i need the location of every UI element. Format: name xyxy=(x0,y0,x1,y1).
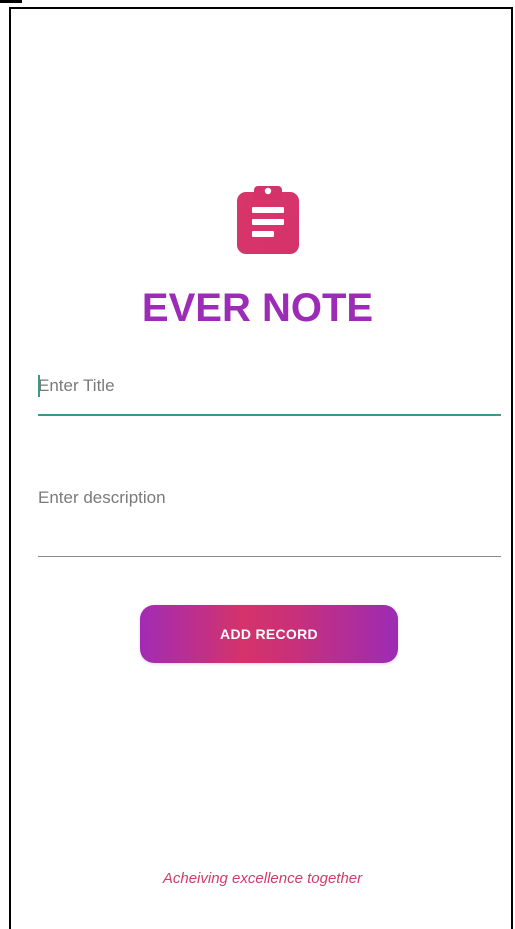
title-field-underline xyxy=(38,414,501,416)
frame-border-top xyxy=(10,7,512,9)
screen-frame xyxy=(0,0,515,929)
frame-border-left xyxy=(9,7,11,929)
app-title: EVER NOTE xyxy=(141,286,374,330)
text-cursor xyxy=(38,375,40,397)
frame-border-right xyxy=(511,7,513,929)
title-input[interactable] xyxy=(38,372,501,400)
tagline: Acheiving excellence together xyxy=(162,870,363,887)
add-record-button[interactable]: ADD RECORD xyxy=(140,605,398,663)
description-field[interactable] xyxy=(38,484,501,557)
clipboard-icon xyxy=(235,182,301,256)
corner-bar xyxy=(0,0,22,3)
title-field[interactable] xyxy=(38,372,501,416)
description-input[interactable] xyxy=(38,484,501,512)
description-field-underline xyxy=(38,556,501,557)
